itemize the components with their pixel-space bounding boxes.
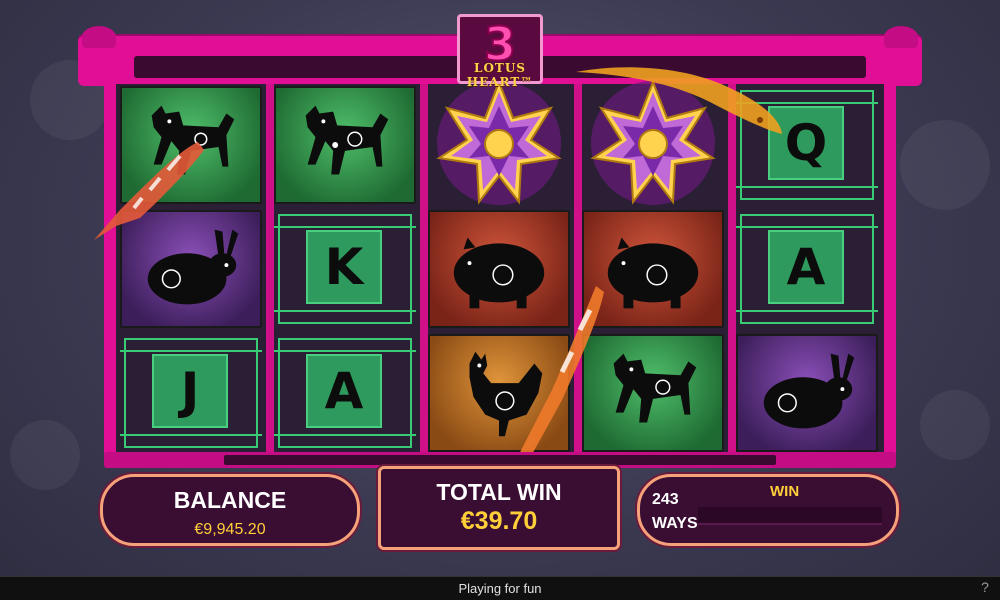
symbol-lotus [428,79,570,205]
total-win-label: TOTAL WIN [436,479,562,505]
background-bubble [10,420,80,490]
symbol-letter: A [324,362,364,420]
status-bar: Playing for fun ? [0,576,1000,600]
help-button[interactable]: ? [976,579,994,597]
koi-fish-icon [576,67,782,134]
symbol-j: J [120,334,262,452]
symbol-a: A [736,210,878,328]
dog-icon [305,105,389,175]
reel-separator [420,84,428,454]
total-win-value: €39.70 [460,507,538,535]
rabbit-icon [763,353,855,429]
ways-label: WAYS [652,515,698,532]
play-mode-text: Playing for fun [458,581,542,596]
symbol-k: K [274,210,416,328]
symbol-letter: J [180,362,200,420]
symbol-dog [274,86,416,204]
win-display [698,507,882,523]
game-logo: 3 LOTUS HEART™ [457,14,543,89]
koi-fish-icon [516,286,604,460]
symbol-rabbit [736,334,878,452]
ways-win-panel: 243 WAYS WIN [637,474,899,546]
background-bubble [920,390,990,460]
dog-icon [613,353,697,423]
balance-panel[interactable]: BALANCE €9,945.20 [100,474,360,546]
win-label: WIN [770,483,800,500]
total-win-panel: TOTAL WIN €39.70 [378,466,620,550]
frame-cap-left [82,26,116,48]
symbol-a: A [274,334,416,452]
balance-label: BALANCE [173,487,287,513]
pig-icon [607,237,699,309]
balance-value: €9,945.20 [194,521,266,538]
background-bubble [900,120,990,210]
symbol-letter: K [324,238,364,296]
win-divider [698,523,882,525]
koi-fish-icon [94,142,204,240]
logo-name: LOTUS HEART™ [466,61,534,89]
frame-cap-right [884,26,918,48]
ways-count: 243 [652,491,679,508]
symbol-letter: Q [784,114,828,172]
symbol-letter: A [786,238,826,296]
lotus-icon [436,79,562,205]
reel-separator [266,84,274,454]
reel-frame-right [884,84,896,456]
